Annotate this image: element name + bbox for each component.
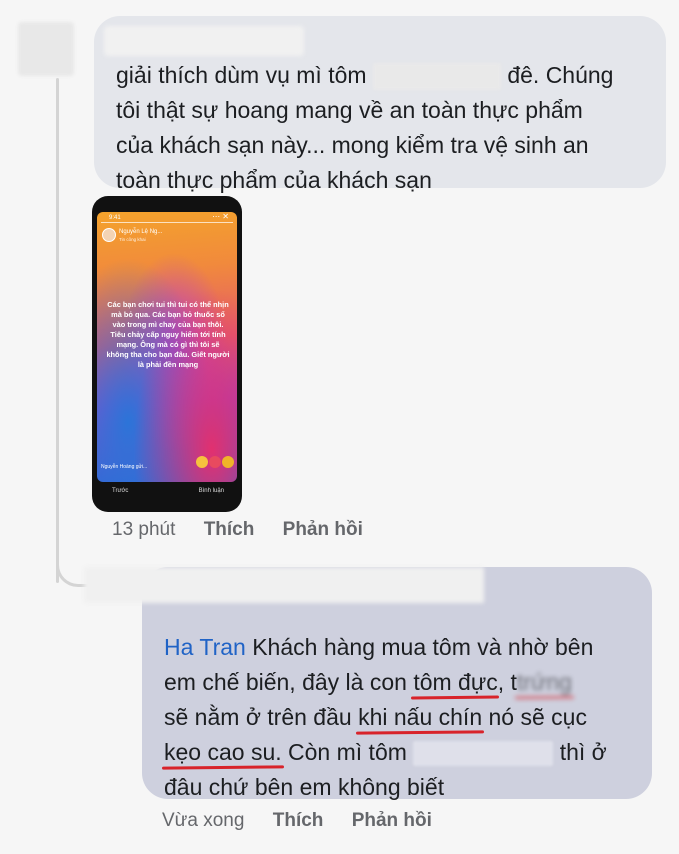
underlined-phrase: kẹo cao su. [164, 739, 282, 765]
like-button[interactable]: Thích [273, 810, 324, 831]
love-reaction-icon [209, 456, 221, 468]
reply-button[interactable]: Phản hồi [283, 519, 363, 540]
comment-2-actions: Vừa xong Thích Phản hồi [162, 810, 455, 832]
haha-reaction-icon [196, 456, 208, 468]
comment-bubble-1: giải thích dùm vụ mì tôm đê. Chúng tôi t… [94, 16, 666, 193]
redacted-underlined-text: trứng [516, 669, 572, 695]
story-author-avatar [102, 228, 116, 242]
story-screen: 9:41 ⋯ ✕ Nguyễn Lệ Ng... Tin công khai C… [97, 212, 237, 482]
comment-1-text: giải thích dùm vụ mì tôm đê. Chúng tôi t… [116, 62, 614, 193]
comment-1-time[interactable]: 13 phút [112, 519, 175, 540]
story-reactions [195, 456, 234, 468]
story-menu-icon: ⋯ ✕ [212, 212, 229, 221]
story-subtitle: Tin công khai [119, 237, 146, 242]
underlined-phrase: khi nấu chín [358, 704, 483, 730]
story-screenshot-image[interactable]: 9:41 ⋯ ✕ Nguyễn Lệ Ng... Tin công khai C… [92, 196, 242, 512]
redacted-text [413, 741, 554, 767]
commenter-avatar[interactable] [18, 22, 74, 76]
like-button[interactable]: Thích [204, 519, 255, 540]
story-nav: Trước Bình luận [112, 488, 224, 494]
story-text: Các bạn chơi tui thì tui có thể nhịn mà … [106, 300, 230, 369]
reply-button[interactable]: Phản hồi [352, 810, 432, 831]
comment-2-text: Ha Tran Khách hàng mua tôm và nhờ bên em… [164, 634, 607, 800]
story-progress-bar [101, 222, 233, 223]
thread-line [56, 78, 59, 583]
underlined-phrase: tôm đực [413, 669, 498, 695]
story-author-name: Nguyễn Lệ Ng... [119, 229, 163, 235]
wow-reaction-icon [222, 456, 234, 468]
comment-bubble-2: Ha Tran Khách hàng mua tôm và nhờ bên em… [84, 567, 652, 800]
comment-1-actions: 13 phút Thích Phản hồi [112, 519, 386, 541]
commenter-name-redacted[interactable] [104, 26, 304, 56]
reply-author-redacted[interactable] [84, 567, 484, 603]
story-reply-field: Nguyễn Hoàng gửi... [101, 464, 148, 470]
comment-2-time[interactable]: Vừa xong [162, 810, 244, 831]
redacted-text [372, 63, 501, 91]
mention-link[interactable]: Ha Tran [164, 634, 246, 660]
